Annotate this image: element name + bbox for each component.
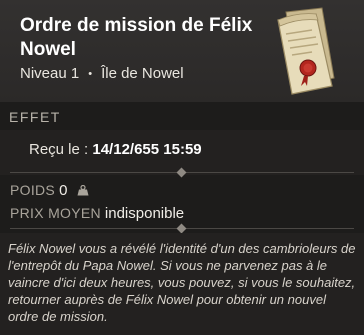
item-title: Ordre de mission de Félix Nowel: [20, 15, 253, 60]
received-label: Reçu le :: [29, 141, 89, 158]
item-tooltip: Ordre de mission de Félix Nowel Niveau 1…: [0, 0, 364, 335]
item-description: Félix Nowel vous a révélé l'identité d'u…: [8, 241, 356, 324]
subline-separator: •: [88, 67, 93, 80]
effect-section-title: EFFET: [9, 109, 61, 125]
item-subline: Niveau 1 • Île de Nowel: [20, 65, 184, 82]
divider: [10, 167, 354, 178]
received-value: 14/12/655 15:59: [92, 141, 202, 158]
price-value: indisponible: [104, 205, 185, 222]
weight-icon: [77, 185, 89, 196]
weight-stat: POIDS 0: [10, 182, 89, 199]
price-label: PRIX MOYEN: [10, 205, 101, 221]
divider-ornament: [176, 223, 187, 234]
received-date-line: Reçu le : 14/12/655 15:59: [29, 141, 202, 158]
item-level: Niveau 1: [20, 65, 80, 82]
item-location: Île de Nowel: [101, 65, 184, 82]
tooltip-header: Ordre de mission de Félix Nowel Niveau 1…: [0, 0, 364, 102]
weight-label: POIDS: [10, 182, 56, 198]
price-stat: PRIX MOYEN indisponible: [10, 205, 184, 222]
scroll-with-red-seal-icon: [277, 7, 335, 95]
weight-value: 0: [59, 182, 68, 199]
divider: [10, 223, 354, 234]
